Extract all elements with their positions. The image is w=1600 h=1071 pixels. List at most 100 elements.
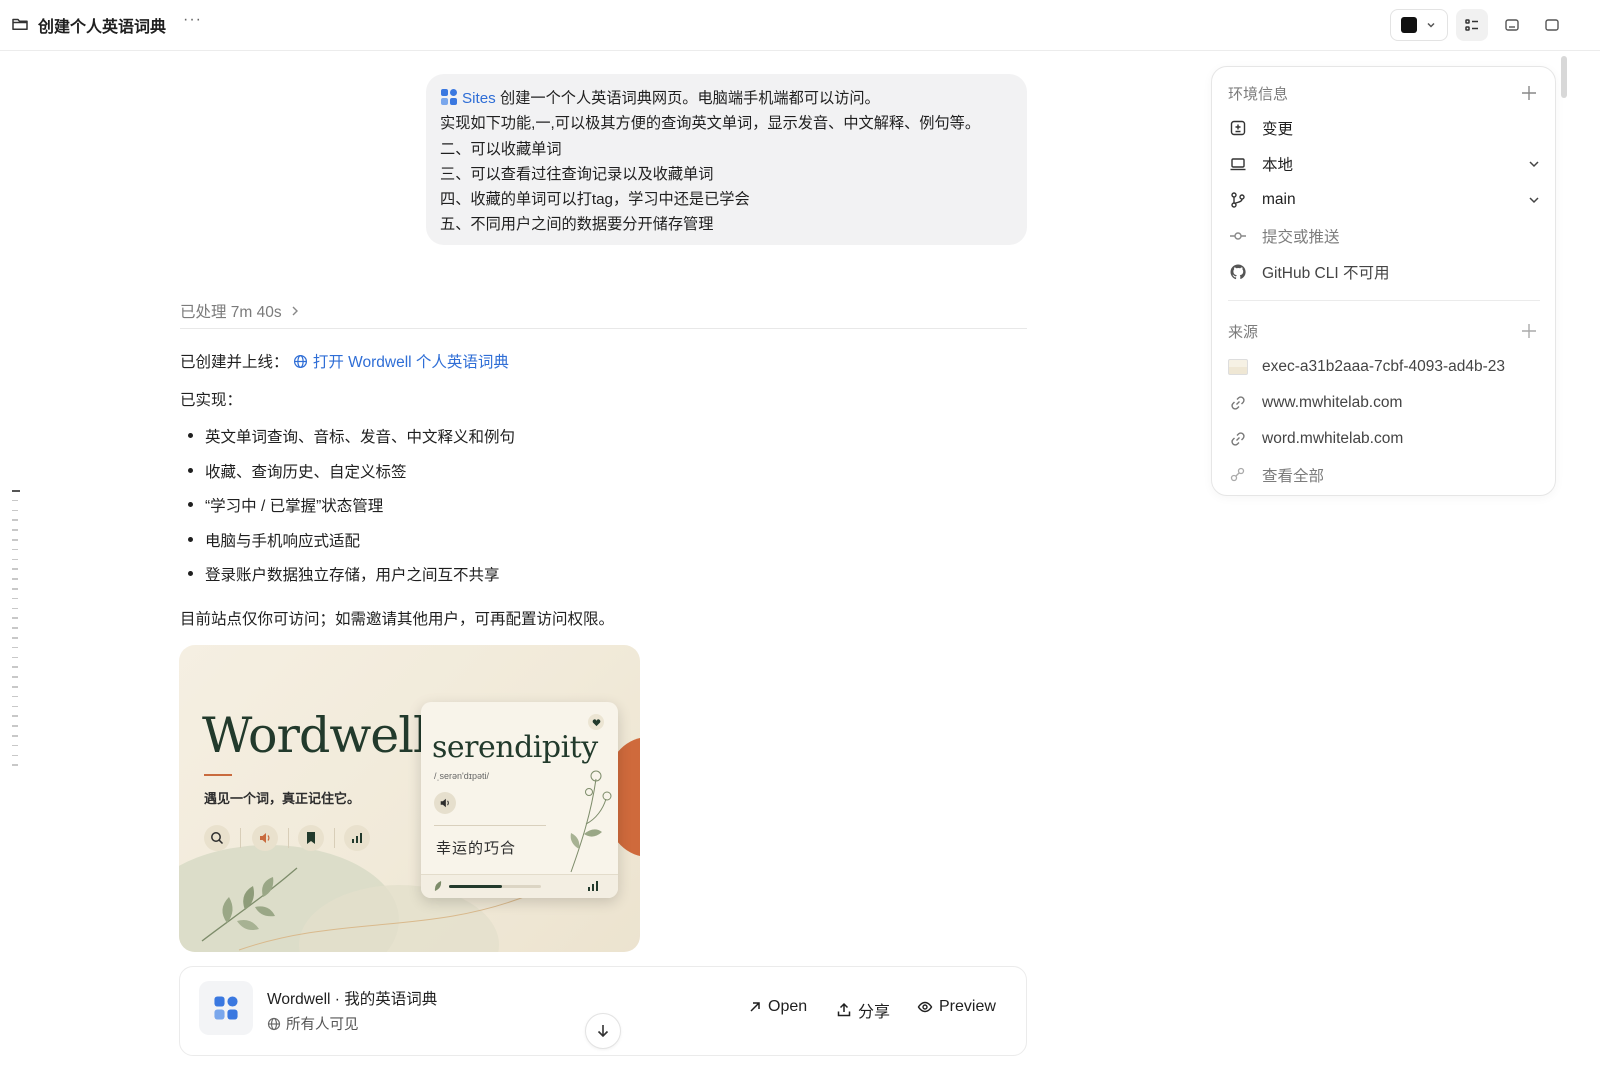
thumbnail-icon — [1228, 357, 1248, 377]
env-item-local[interactable]: 本地 — [1228, 152, 1542, 176]
message-line: 二、可以收藏单词 — [440, 140, 562, 158]
minimap-tick — [12, 558, 18, 561]
scroll-to-bottom-button[interactable] — [585, 1013, 621, 1049]
page-title: 创建个人英语词典 — [38, 19, 167, 36]
globe-icon — [293, 354, 307, 369]
speaker-icon — [434, 792, 456, 814]
list-icon — [1465, 19, 1478, 31]
list-item: “学习中 / 已掌握”状态管理 — [188, 494, 383, 516]
env-item-github[interactable]: GitHub CLI 不可用 — [1228, 260, 1542, 284]
minimap-tick — [12, 490, 20, 492]
site-visibility: 所有人可见 — [267, 1013, 359, 1034]
environment-panel: 环境信息 变更 本地 main 提交或推送 GitHub CLI 不可用 来源 — [1211, 66, 1556, 496]
processed-toggle[interactable]: 已处理 7m 40s — [180, 300, 300, 322]
source-section-title: 来源 — [1228, 324, 1259, 341]
open-site-link-label: 打开 Wordwell 个人英语词典 — [312, 354, 509, 371]
scroll-minimap[interactable] — [12, 490, 22, 772]
minimap-tick — [12, 499, 18, 502]
app-switcher-button[interactable] — [1390, 9, 1448, 41]
created-label: 已创建并上线： — [180, 354, 289, 371]
preview-button[interactable]: Preview — [917, 998, 996, 1016]
globe-icon — [267, 1017, 281, 1030]
share-button-label: 分享 — [858, 1004, 891, 1021]
source-item[interactable]: www.mwhitelab.com — [1228, 391, 1542, 415]
source-item-label: word.mwhitelab.com — [1262, 430, 1404, 447]
view-all-sources[interactable]: 查看全部 — [1228, 463, 1542, 487]
sites-icon — [214, 996, 238, 1020]
env-item-branch[interactable]: main — [1228, 188, 1542, 212]
minimap-tick — [12, 607, 18, 610]
env-item-label: GitHub CLI 不可用 — [1262, 265, 1390, 282]
source-item-label: www.mwhitelab.com — [1262, 394, 1403, 411]
terminal-toggle-button[interactable] — [1496, 9, 1528, 41]
divider — [434, 825, 546, 826]
processed-label: 已处理 7m 40s — [180, 304, 282, 321]
heart-icon — [588, 714, 604, 730]
open-site-link[interactable]: 打开 Wordwell 个人英语词典 — [293, 354, 509, 371]
created-line: 已创建并上线： 打开 Wordwell 个人英语词典 — [180, 350, 509, 372]
preview-tagline: 遇见一个词，真正记住它。 — [204, 791, 361, 806]
chevron-down-icon — [1529, 161, 1539, 168]
env-item-label: 变更 — [1262, 121, 1294, 138]
minimap-tick — [12, 676, 18, 678]
brand-underline — [204, 774, 232, 776]
arrow-up-right-icon — [750, 1002, 760, 1012]
minimap-tick — [12, 617, 18, 619]
minimap-tick — [12, 705, 18, 708]
open-button[interactable]: Open — [748, 998, 807, 1016]
separator — [288, 828, 289, 848]
word-title: serendipity — [432, 730, 598, 765]
minimap-tick — [12, 568, 18, 570]
divider — [1228, 300, 1540, 301]
chevron-right-icon — [292, 306, 298, 316]
add-source-button[interactable] — [1520, 322, 1538, 340]
panel-right-icon — [1545, 19, 1559, 31]
add-env-button[interactable] — [1520, 84, 1538, 102]
progress-fill — [449, 885, 503, 888]
bookmark-icon — [298, 825, 324, 851]
user-message: Sites 创建一个个人英语词典网页。电脑端手机端都可以访问。 实现如下功能,一… — [426, 74, 1027, 245]
preview-button-label: Preview — [939, 998, 996, 1015]
divider — [180, 328, 1027, 329]
preview-brand: Wordwell — [202, 707, 429, 764]
env-item-changes[interactable]: 变更 — [1228, 116, 1542, 140]
list-item: 英文单词查询、音标、发音、中文释义和例句 — [188, 425, 515, 447]
minimap-tick — [12, 509, 18, 512]
link-icon — [1228, 429, 1248, 449]
sites-tag[interactable]: Sites — [462, 90, 496, 107]
commit-icon — [1228, 226, 1248, 246]
source-item[interactable]: exec-a31b2aaa-7cbf-4093-ad4b-23 — [1228, 355, 1542, 379]
minimap-tick — [12, 744, 18, 747]
top-bar: 创建个人英语词典 ··· — [0, 0, 1600, 51]
word-phonetic: /ˌserən'dɪpəti/ — [434, 771, 489, 781]
source-item-label: exec-a31b2aaa-7cbf-4093-ad4b-23 — [1262, 358, 1506, 375]
progress-bar — [449, 885, 541, 888]
open-button-label: Open — [768, 998, 808, 1015]
list-item-text: 英文单词查询、音标、发音、中文释义和例句 — [205, 429, 516, 446]
message-line: 五、不同用户之间的数据要分开储存管理 — [440, 216, 714, 234]
word-card: serendipity /ˌserən'dɪpəti/ 幸运的巧合 — [421, 702, 618, 898]
sidebar-toggle-button[interactable] — [1536, 9, 1568, 41]
more-options-button[interactable]: ··· — [183, 11, 202, 29]
env-item-label: main — [1262, 191, 1296, 208]
minimap-tick — [12, 754, 18, 757]
minimap-tick — [12, 725, 18, 727]
stats-icon — [588, 881, 598, 891]
env-item-label: 本地 — [1262, 157, 1294, 174]
share-button[interactable]: 分享 — [836, 998, 890, 1022]
minimap-tick — [12, 646, 18, 649]
arrow-down-icon — [597, 1025, 609, 1038]
implemented-label: 已实现： — [180, 392, 243, 409]
speaker-icon — [252, 825, 278, 851]
upload-icon — [837, 1002, 851, 1017]
env-item-commit[interactable]: 提交或推送 — [1228, 224, 1542, 248]
folder-icon — [12, 18, 28, 31]
minimap-tick — [12, 529, 18, 531]
source-item-label: 查看全部 — [1262, 468, 1325, 485]
minimap-tick — [12, 539, 18, 541]
minimap-tick — [12, 588, 18, 590]
site-preview-image[interactable]: Wordwell 遇见一个词，真正记住它。 serendipity /ˌserə… — [179, 645, 640, 952]
task-list-button[interactable] — [1456, 9, 1488, 41]
source-item[interactable]: word.mwhitelab.com — [1228, 427, 1542, 451]
scrollbar-thumb[interactable] — [1561, 56, 1567, 98]
